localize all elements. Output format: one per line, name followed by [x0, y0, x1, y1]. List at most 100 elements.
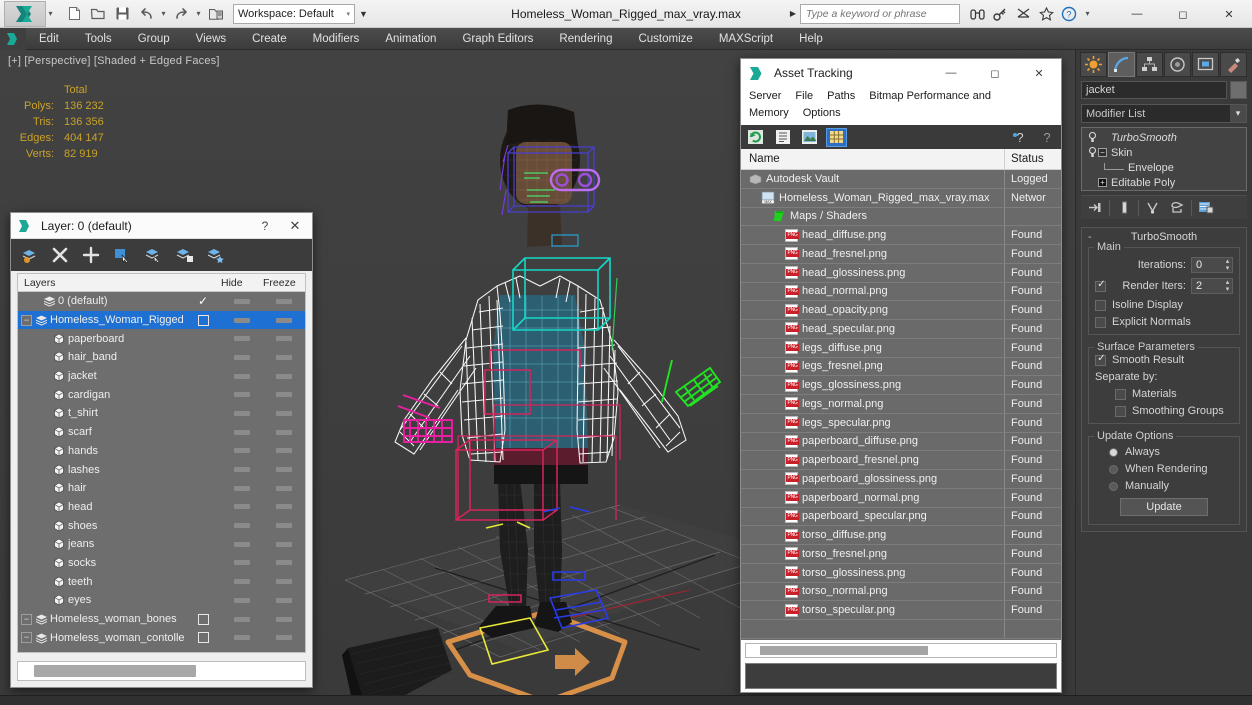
asset-row[interactable]: legs_specular.pngFound [741, 414, 1061, 433]
freeze-cell[interactable] [263, 486, 305, 491]
hide-checkbox[interactable] [198, 632, 209, 643]
explicit-normals-checkbox[interactable] [1095, 317, 1106, 328]
layer-row[interactable]: −Homeless_woman_bones [18, 610, 305, 629]
hide-checkbox[interactable] [198, 315, 209, 326]
redo-icon[interactable] [170, 3, 192, 25]
star-icon[interactable] [1037, 5, 1055, 23]
smooth-result-row[interactable]: Smooth Result [1095, 354, 1233, 366]
iterations-spinner[interactable]: 0 ▴▾ [1191, 257, 1233, 273]
menu-item-customize[interactable]: Customize [625, 28, 705, 50]
search-box[interactable] [800, 4, 960, 24]
hide-cell[interactable] [221, 542, 263, 547]
object-color-swatch[interactable] [1230, 81, 1247, 99]
hide-cell[interactable] [221, 560, 263, 565]
grid-view-icon[interactable] [826, 128, 847, 147]
asset-row[interactable]: torso_fresnel.pngFound [741, 545, 1061, 564]
asset-rows-container[interactable]: Autodesk VaultLoggedMAXHomeless_Woman_Ri… [741, 170, 1061, 640]
asset-row[interactable]: torso_diffuse.pngFound [741, 526, 1061, 545]
hide-cell[interactable] [221, 579, 263, 584]
freeze-cell[interactable] [263, 635, 305, 640]
freeze-cell[interactable] [263, 542, 305, 547]
asset-row[interactable]: head_opacity.pngFound [741, 301, 1061, 320]
update-option-when-rendering[interactable]: When Rendering [1095, 463, 1233, 475]
freeze-cell[interactable] [263, 560, 305, 565]
layer-row[interactable]: −Homeless_woman_contollers [18, 628, 305, 647]
radio-button[interactable] [1109, 482, 1118, 491]
asset-row[interactable]: head_specular.pngFound [741, 320, 1061, 339]
pin-stack-icon[interactable] [1085, 198, 1105, 218]
update-option-manually[interactable]: Manually [1095, 480, 1233, 492]
modifier-stack-item[interactable]: Envelope [1082, 160, 1246, 175]
freeze-cell[interactable] [263, 411, 305, 416]
hide-cell[interactable] [221, 467, 263, 472]
layer-row[interactable]: cardigan [18, 385, 305, 404]
layer-list-panel[interactable]: Layers Hide Freeze 0 (default)✓−Homeless… [17, 273, 306, 653]
select-highlighted-objects-icon[interactable] [141, 243, 165, 267]
hide-cell[interactable] [221, 617, 263, 622]
layer-row[interactable]: paperboard [18, 329, 305, 348]
search-input[interactable] [806, 8, 959, 20]
undo-dropdown-arrow[interactable]: ▾ [159, 3, 168, 25]
smooth-result-checkbox[interactable] [1095, 355, 1106, 366]
menu-item-animation[interactable]: Animation [372, 28, 449, 50]
menu-item-tools[interactable]: Tools [72, 28, 125, 50]
add-selected-objects-icon[interactable] [172, 243, 196, 267]
create-tab[interactable] [1080, 52, 1107, 77]
project-folder-icon[interactable] [205, 3, 227, 25]
layer-row[interactable]: shoes [18, 516, 305, 535]
layer-dialog[interactable]: Layer: 0 (default) ? ✕ Layers Hi [10, 212, 313, 688]
hide-cell[interactable] [221, 504, 263, 509]
hide-cell[interactable] [221, 374, 263, 379]
asset-minimize-button[interactable]: — [929, 59, 973, 87]
asset-row[interactable]: paperboard_fresnel.pngFound [741, 451, 1061, 470]
asset-menu-server[interactable]: Server [749, 90, 781, 102]
layer-row[interactable]: socks [18, 554, 305, 573]
freeze-cell[interactable] [263, 598, 305, 603]
refresh-icon[interactable] [745, 128, 766, 147]
layer-row[interactable]: eyes [18, 591, 305, 610]
hide-cell[interactable] [221, 523, 263, 528]
show-end-result-icon[interactable] [1114, 198, 1134, 218]
hide-cell[interactable] [221, 299, 263, 304]
add-layer-icon[interactable] [79, 243, 103, 267]
expander-icon[interactable]: − [21, 632, 32, 643]
layer-rows-container[interactable]: 0 (default)✓−Homeless_Woman_Riggedpaperb… [18, 292, 305, 652]
asset-row[interactable]: legs_diffuse.pngFound [741, 339, 1061, 358]
workspace-selector[interactable]: Workspace: Default ▾ [233, 4, 355, 24]
rollout-collapse-icon[interactable]: - [1088, 231, 1092, 243]
viewport-label[interactable]: [+] [Perspective] [Shaded + Edged Faces] [8, 55, 220, 67]
logo-dropdown-arrow[interactable]: ▾ [46, 3, 55, 25]
explicit-normals-row[interactable]: Explicit Normals [1095, 316, 1233, 328]
asset-tracking-dialog[interactable]: Asset Tracking — ◻ ✕ ServerFilePathsBitm… [740, 58, 1062, 693]
object-name-field[interactable]: jacket [1081, 81, 1227, 99]
new-file-icon[interactable] [63, 3, 85, 25]
materials-checkbox[interactable] [1115, 389, 1126, 400]
hide-cell[interactable] [221, 318, 263, 323]
asset-row[interactable]: paperboard_normal.pngFound [741, 489, 1061, 508]
layer-horizontal-scrollbar[interactable] [17, 661, 306, 681]
hide-cell[interactable] [221, 392, 263, 397]
isoline-row[interactable]: Isoline Display [1095, 299, 1233, 311]
freeze-cell[interactable] [263, 318, 305, 323]
asset-row[interactable]: torso_glossiness.pngFound [741, 564, 1061, 583]
asset-row[interactable]: paperboard_diffuse.pngFound [741, 433, 1061, 452]
asset-row[interactable]: paperboard_specular.pngFound [741, 508, 1061, 527]
layer-row[interactable]: hair [18, 479, 305, 498]
asset-row[interactable]: Maps / Shaders [741, 208, 1061, 227]
update-button[interactable]: Update [1120, 498, 1208, 516]
select-objects-in-layer-icon[interactable] [110, 243, 134, 267]
menu-item-rendering[interactable]: Rendering [546, 28, 625, 50]
layer-row[interactable]: lashes [18, 460, 305, 479]
workspace-expand-icon[interactable]: ▼ [359, 9, 368, 19]
freeze-cell[interactable] [263, 392, 305, 397]
radio-button[interactable] [1109, 465, 1118, 474]
3dsmax-logo-button[interactable] [4, 1, 46, 27]
layer-row[interactable]: jacket [18, 367, 305, 386]
layer-dialog-close-button[interactable]: ✕ [280, 214, 310, 238]
isoline-checkbox[interactable] [1095, 300, 1106, 311]
smoothing-groups-row[interactable]: Smoothing Groups [1095, 405, 1233, 417]
configure-modifier-sets-icon[interactable] [1196, 198, 1216, 218]
asset-scroll-thumb[interactable] [760, 646, 928, 655]
close-button[interactable]: ✕ [1206, 0, 1252, 28]
update-option-always[interactable]: Always [1095, 446, 1233, 458]
